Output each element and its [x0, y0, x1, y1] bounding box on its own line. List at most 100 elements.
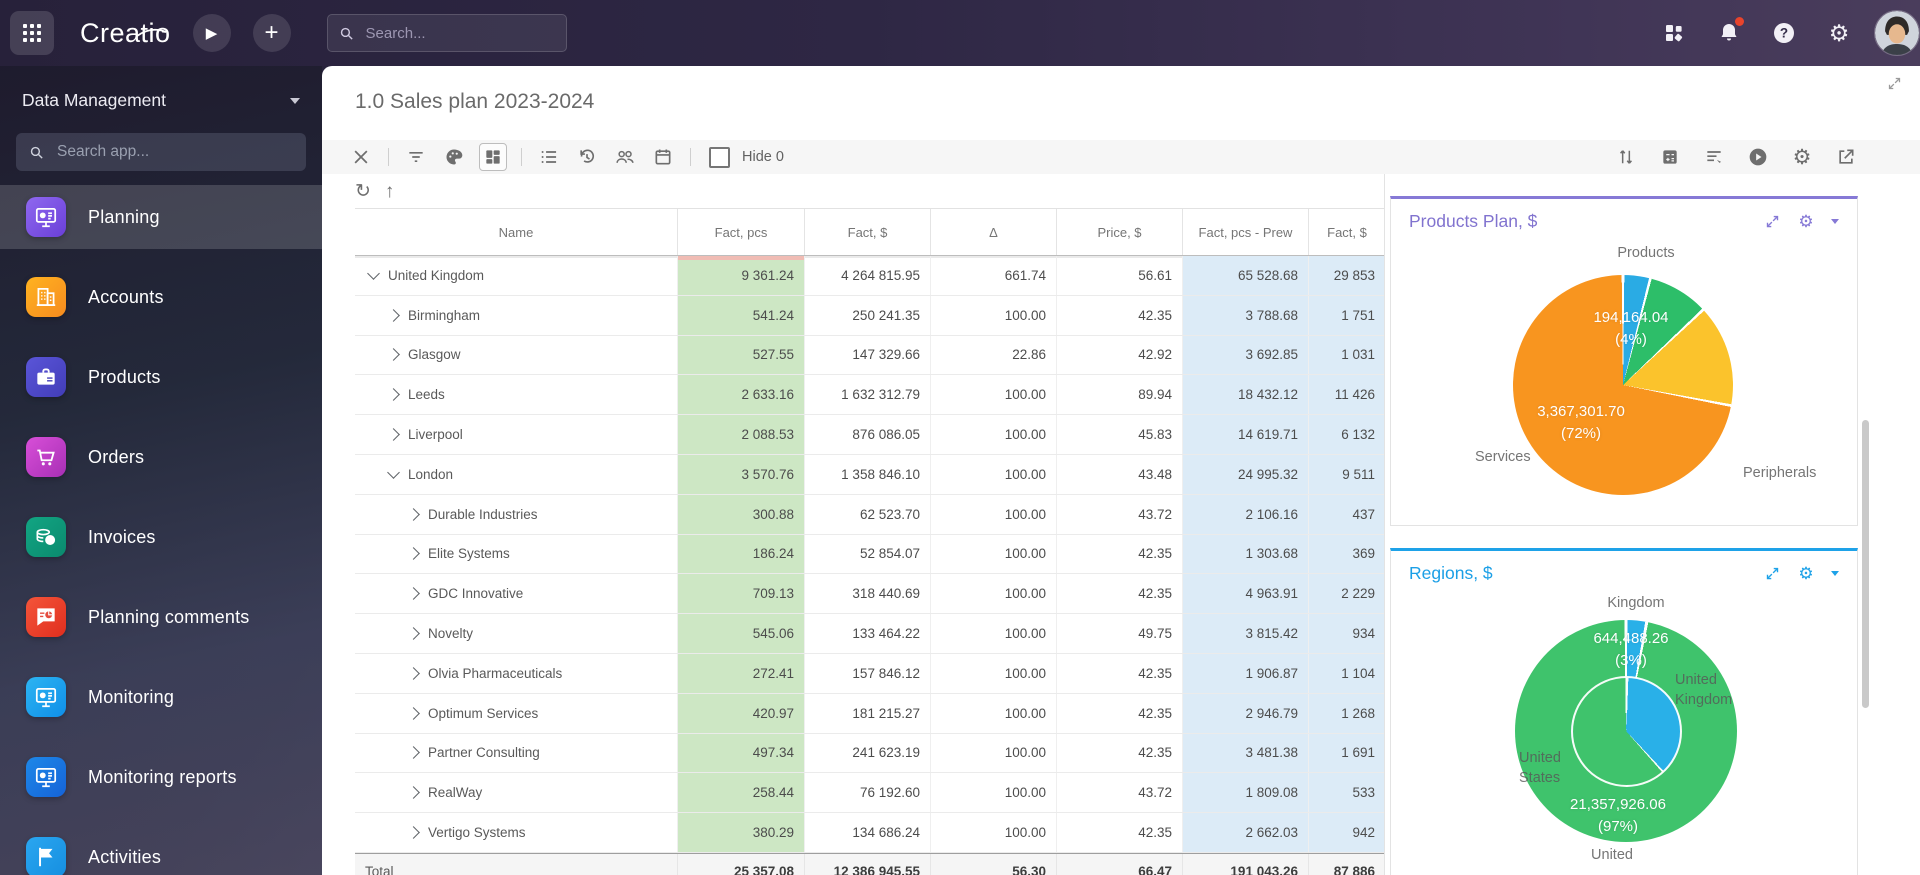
cell[interactable]: 3 788.68 — [1182, 296, 1308, 335]
cell[interactable]: 100.00 — [930, 614, 1056, 653]
row-name-cell[interactable]: Leeds — [355, 375, 677, 414]
calculator-icon[interactable] — [1657, 144, 1683, 170]
cell[interactable]: 300.88 — [677, 495, 804, 534]
cell[interactable]: 1 751 — [1308, 296, 1385, 335]
app-search-input[interactable] — [55, 142, 289, 162]
cell[interactable]: 497.34 — [677, 734, 804, 773]
cell[interactable]: 541.24 — [677, 296, 804, 335]
history-icon[interactable] — [574, 144, 600, 170]
cell[interactable]: 24 995.32 — [1182, 455, 1308, 494]
cell[interactable]: 1 358 846.10 — [804, 455, 930, 494]
chevron-right-icon[interactable] — [387, 428, 400, 441]
row-name-cell[interactable]: Birmingham — [355, 296, 677, 335]
dashboard-icon[interactable] — [479, 143, 507, 171]
cell[interactable]: 157 846.12 — [804, 654, 930, 693]
row-name-cell[interactable]: Olvia Pharmaceuticals — [355, 654, 677, 693]
chevron-right-icon[interactable] — [407, 786, 420, 799]
cell[interactable]: 29 853 — [1308, 256, 1385, 295]
cell[interactable]: 2 946.79 — [1182, 694, 1308, 733]
cell[interactable]: 100.00 — [930, 455, 1056, 494]
cell[interactable]: 100.00 — [930, 694, 1056, 733]
row-name-cell[interactable]: Liverpool — [355, 415, 677, 454]
cell[interactable]: 318 440.69 — [804, 574, 930, 613]
chevron-right-icon[interactable] — [407, 826, 420, 839]
workspace-selector[interactable]: Data Management — [0, 66, 322, 117]
quick-add-button[interactable]: + — [253, 14, 291, 52]
cell[interactable]: 6 132 — [1308, 415, 1385, 454]
chevron-right-icon[interactable] — [407, 747, 420, 760]
chevron-right-icon[interactable] — [407, 667, 420, 680]
cell[interactable]: 9 511 — [1308, 455, 1385, 494]
row-name-cell[interactable]: Novelty — [355, 614, 677, 653]
cell[interactable]: 100.00 — [930, 415, 1056, 454]
column-header-price-[interactable]: Price, $ — [1056, 209, 1182, 255]
cell[interactable]: 4 963.91 — [1182, 574, 1308, 613]
people-icon[interactable] — [612, 144, 638, 170]
cell[interactable]: 2 633.16 — [677, 375, 804, 414]
chevron-right-icon[interactable] — [387, 309, 400, 322]
cell[interactable]: 42.92 — [1056, 336, 1182, 375]
cell[interactable]: 2 229 — [1308, 574, 1385, 613]
cell[interactable]: 100.00 — [930, 375, 1056, 414]
cell[interactable]: 11 426 — [1308, 375, 1385, 414]
cell[interactable]: 42.35 — [1056, 296, 1182, 335]
gear-icon[interactable]: ⚙ — [1797, 565, 1815, 583]
cell[interactable]: 133 464.22 — [804, 614, 930, 653]
sidebar-item-activities[interactable]: Activities — [0, 825, 322, 875]
cell[interactable]: 3 481.38 — [1182, 734, 1308, 773]
cell[interactable]: 18 432.12 — [1182, 375, 1308, 414]
cell[interactable]: 2 106.16 — [1182, 495, 1308, 534]
cell[interactable]: 369 — [1308, 535, 1385, 574]
chevron-right-icon[interactable] — [387, 388, 400, 401]
palette-icon[interactable] — [441, 144, 467, 170]
column-header-name[interactable]: Name — [355, 209, 677, 255]
cell[interactable]: 100.00 — [930, 734, 1056, 773]
list-icon[interactable] — [536, 144, 562, 170]
filter-icon[interactable] — [403, 144, 429, 170]
chevron-right-icon[interactable] — [407, 508, 420, 521]
row-name-cell[interactable]: Glasgow — [355, 336, 677, 375]
cell[interactable]: 533 — [1308, 773, 1385, 812]
row-name-cell[interactable]: GDC Innovative — [355, 574, 677, 613]
global-search[interactable] — [327, 14, 567, 52]
row-name-cell[interactable]: Optimum Services — [355, 694, 677, 733]
cell[interactable]: 100.00 — [930, 296, 1056, 335]
row-name-cell[interactable]: Elite Systems — [355, 535, 677, 574]
row-name-cell[interactable]: London — [355, 455, 677, 494]
cell[interactable]: 3 692.85 — [1182, 336, 1308, 375]
summary-icon[interactable] — [1701, 144, 1727, 170]
close-icon[interactable] — [348, 144, 374, 170]
cell[interactable]: 380.29 — [677, 813, 804, 852]
cell[interactable]: 527.55 — [677, 336, 804, 375]
chevron-right-icon[interactable] — [407, 587, 420, 600]
cell[interactable]: 241 623.19 — [804, 734, 930, 773]
chevron-down-icon[interactable] — [387, 466, 400, 479]
cell[interactable]: 89.94 — [1056, 375, 1182, 414]
cell[interactable]: 100.00 — [930, 535, 1056, 574]
cell[interactable]: 62 523.70 — [804, 495, 930, 534]
cell[interactable]: 1 303.68 — [1182, 535, 1308, 574]
sidebar-item-monitoring-reports[interactable]: Monitoring reports — [0, 745, 322, 809]
cell[interactable]: 134 686.24 — [804, 813, 930, 852]
row-name-cell[interactable]: Vertigo Systems — [355, 813, 677, 852]
open-new-icon[interactable] — [1833, 144, 1859, 170]
sidebar-item-invoices[interactable]: 1Invoices — [0, 505, 322, 569]
cell[interactable]: 3 570.76 — [677, 455, 804, 494]
cell[interactable]: 100.00 — [930, 654, 1056, 693]
sort-icon[interactable] — [1613, 144, 1639, 170]
row-name-cell[interactable]: RealWay — [355, 773, 677, 812]
sidebar-item-accounts[interactable]: Accounts — [0, 265, 322, 329]
cell[interactable]: 65 528.68 — [1182, 256, 1308, 295]
sidebar-item-monitoring[interactable]: Monitoring — [0, 665, 322, 729]
cell[interactable]: 43.48 — [1056, 455, 1182, 494]
cell[interactable]: 100.00 — [930, 773, 1056, 812]
cell[interactable]: 420.97 — [677, 694, 804, 733]
run-process-button[interactable]: ▶ — [193, 14, 231, 52]
cell[interactable]: 42.35 — [1056, 734, 1182, 773]
column-header-fact-pcs-prew[interactable]: Fact, pcs - Prew — [1182, 209, 1308, 255]
settings-icon[interactable]: ⚙ — [1789, 144, 1815, 170]
chevron-right-icon[interactable] — [407, 548, 420, 561]
chevron-down-icon[interactable] — [1831, 571, 1839, 576]
cell[interactable]: 43.72 — [1056, 773, 1182, 812]
column-header--[interactable]: Δ — [930, 209, 1056, 255]
